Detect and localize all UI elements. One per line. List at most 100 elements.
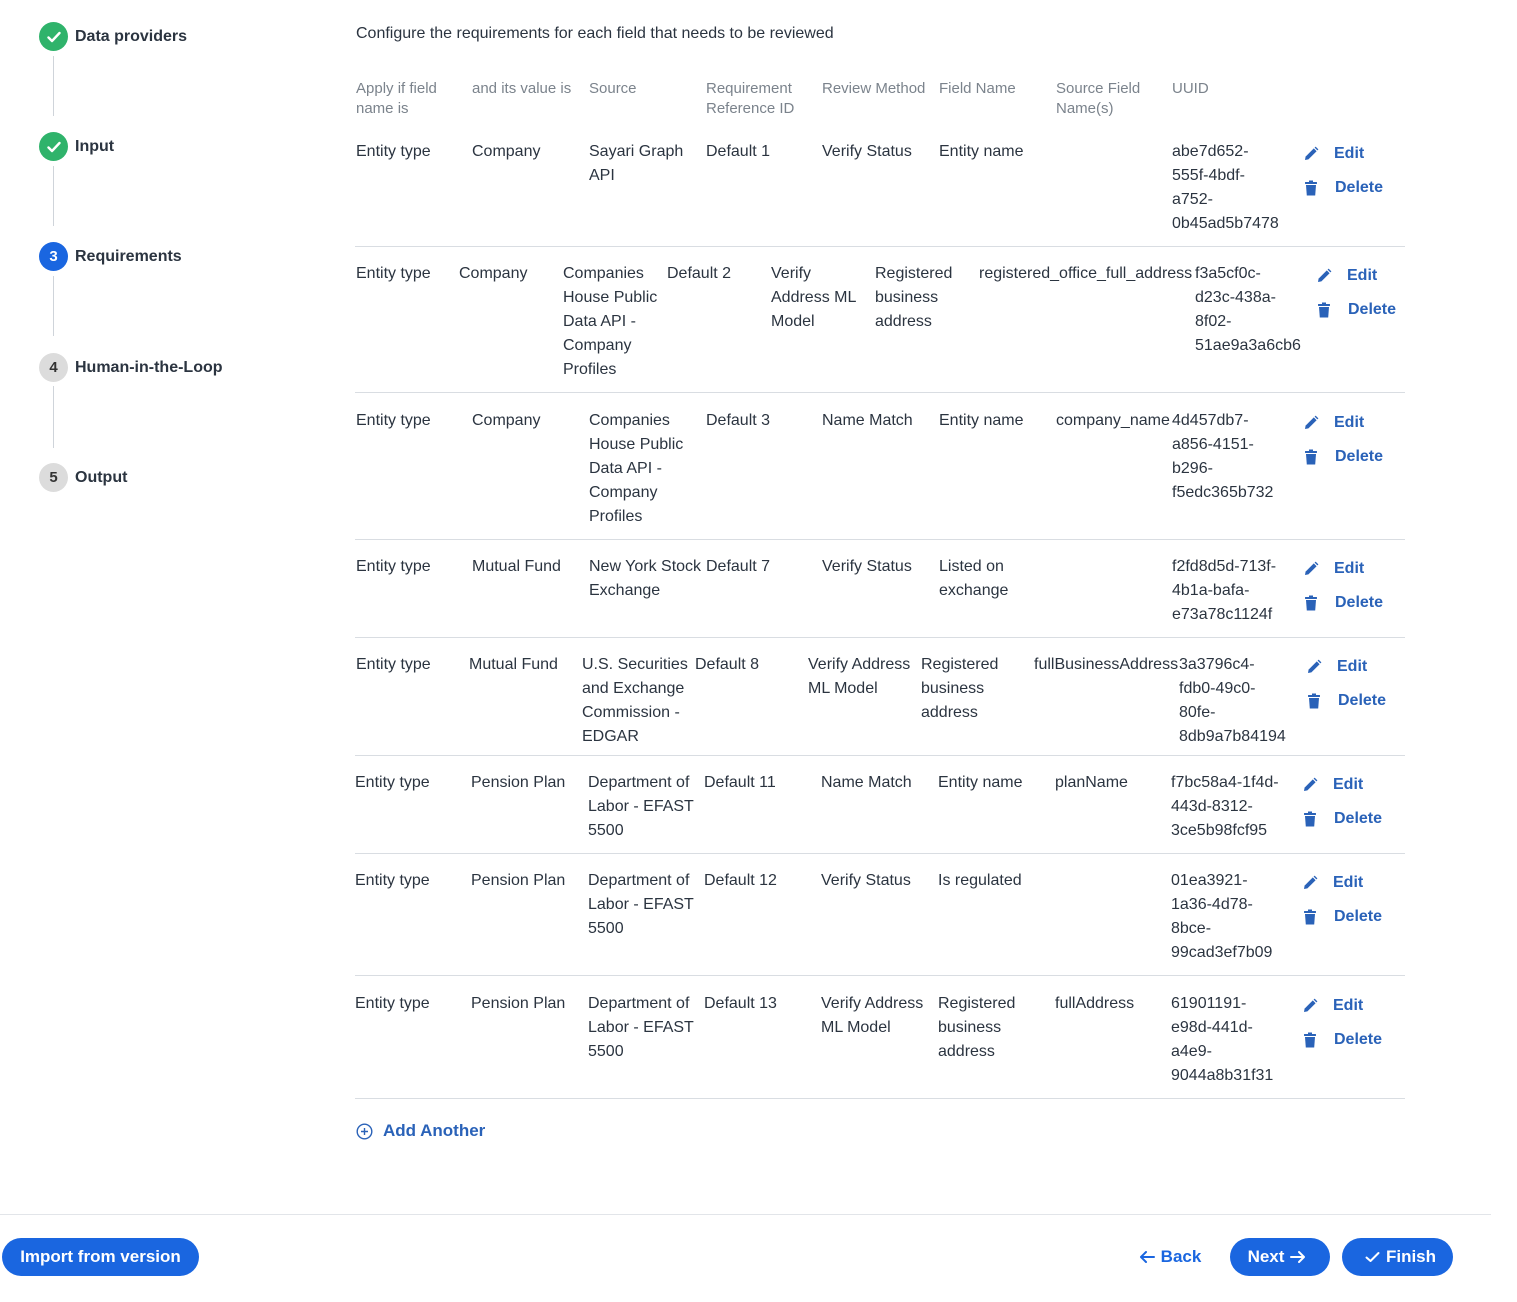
import-from-version-button[interactable]: Import from version [2,1238,199,1276]
step-data-providers[interactable]: Data providers [39,22,187,51]
cell-uuid: 3a3796c4- fdb0-49c0- 80fe- 8db9a7b84194 [1179,656,1286,745]
arrow-right-icon [1290,1251,1306,1263]
step-requirements[interactable]: 3 Requirements [39,242,182,271]
cell-reference-id: Default 7 [706,558,771,575]
step-label: Output [75,468,128,486]
column-header-reference-id: Requirement Reference ID [706,80,795,117]
edit-button[interactable]: Edit [1303,414,1364,432]
edit-label: Edit [1333,776,1364,793]
next-label: Next [1247,1247,1285,1266]
trash-icon [1304,595,1326,611]
stepper-connector [53,166,54,226]
edit-button[interactable]: Edit [1303,145,1364,163]
edit-label: Edit [1347,267,1378,284]
row-divider [355,246,1405,247]
row-divider [355,853,1405,854]
step-number: 4 [39,353,68,382]
edit-label: Edit [1333,997,1364,1014]
delete-button[interactable]: Delete [1304,594,1383,612]
cell-source: Companies House Public Data API - Compan… [589,412,684,525]
finish-button[interactable]: Finish [1342,1238,1453,1276]
step-label: Data providers [75,27,188,45]
column-header-source: Source [589,80,637,97]
cell-source-field: fullBusinessAddress [1034,656,1179,673]
cell-source-field: registered_office_full_address [979,265,1193,282]
cell-field: Listed on exchange [939,558,1009,599]
edit-button[interactable]: Edit [1316,267,1377,285]
edit-button[interactable]: Edit [1302,874,1363,892]
row-divider [355,637,1405,638]
check-icon [1365,1252,1380,1262]
cell-uuid: 01ea3921- 1a36-4d78- 8bce- 99cad3ef7b09 [1171,872,1273,961]
delete-label: Delete [1334,810,1383,827]
pencil-icon [1302,875,1326,891]
trash-icon [1303,909,1325,925]
cell-review-method: Verify Address ML Model [821,995,924,1036]
cell-field-name: Entity type [355,774,430,791]
cell-source: New York Stock Exchange [589,558,702,599]
cell-reference-id: Default 13 [704,995,777,1012]
trash-icon [1317,302,1339,318]
cell-value: Pension Plan [471,995,566,1012]
page-instructions: Configure the requirements for each fiel… [356,25,834,42]
cell-value: Company [459,265,528,282]
delete-button[interactable]: Delete [1303,1031,1382,1049]
cell-value: Company [472,143,541,160]
cell-field-name: Entity type [356,265,431,282]
next-button[interactable]: Next [1230,1238,1330,1276]
column-header-uuid: UUID [1172,80,1209,97]
cell-uuid: abe7d652- 555f-4bdf- a752- 0b45ad5b7478 [1172,143,1279,232]
back-button[interactable]: Back [1125,1238,1209,1276]
cell-review-method: Verify Status [822,558,912,575]
delete-button[interactable]: Delete [1303,810,1382,828]
cell-field: Is regulated [938,872,1022,889]
column-header-field-name: Apply if field name is [356,80,437,117]
edit-button[interactable]: Edit [1302,997,1363,1015]
step-output[interactable]: 5 Output [39,463,127,492]
cell-review-method: Verify Address ML Model [771,265,857,330]
pencil-icon [1303,561,1327,577]
cell-reference-id: Default 2 [667,265,732,282]
cell-source: Companies House Public Data API - Compan… [563,265,658,378]
add-another-button[interactable]: Add Another [356,1121,485,1141]
column-header-source-field: Source Field Name(s) [1056,80,1141,117]
edit-button[interactable]: Edit [1302,776,1363,794]
delete-label: Delete [1335,179,1384,196]
cell-reference-id: Default 12 [704,872,777,889]
cell-source: U.S. Securities and Exchange Commission … [582,656,688,745]
stepper-connector [53,386,54,448]
pencil-icon [1306,659,1330,675]
step-input[interactable]: Input [39,132,114,161]
cell-field-name: Entity type [356,143,431,160]
cell-field-name: Entity type [355,872,430,889]
cell-uuid: f2fd8d5d-713f- 4b1a-bafa- e73a78c1124f [1172,558,1277,623]
stepper-connector [53,276,54,336]
column-header-review-method: Review Method [822,80,926,97]
delete-button[interactable]: Delete [1304,448,1383,466]
edit-button[interactable]: Edit [1303,560,1364,578]
cell-uuid: f7bc58a4-1f4d- 443d-8312- 3ce5b98fcf95 [1171,774,1279,839]
cell-field-name: Entity type [356,558,431,575]
cell-reference-id: Default 3 [706,412,771,429]
delete-label: Delete [1348,301,1397,318]
step-human-in-the-loop[interactable]: 4 Human-in-the-Loop [39,353,223,382]
delete-label: Delete [1334,908,1383,925]
edit-label: Edit [1334,145,1365,162]
plus-circle-icon [356,1122,373,1140]
cell-review-method: Verify Status [822,143,912,160]
footer-divider [0,1214,1491,1215]
row-divider [355,1098,1405,1099]
edit-button[interactable]: Edit [1306,658,1367,676]
delete-button[interactable]: Delete [1304,179,1383,197]
cell-source-field: fullAddress [1055,995,1135,1012]
step-label: Input [75,137,115,155]
cell-source-field: company_name [1056,412,1170,429]
cell-value: Mutual Fund [469,656,558,673]
step-number: 3 [39,242,68,271]
trash-icon [1304,180,1326,196]
delete-button[interactable]: Delete [1317,301,1396,319]
cell-field: Registered business address [921,656,999,721]
delete-button[interactable]: Delete [1307,692,1386,710]
row-divider [355,755,1405,756]
delete-button[interactable]: Delete [1303,908,1382,926]
